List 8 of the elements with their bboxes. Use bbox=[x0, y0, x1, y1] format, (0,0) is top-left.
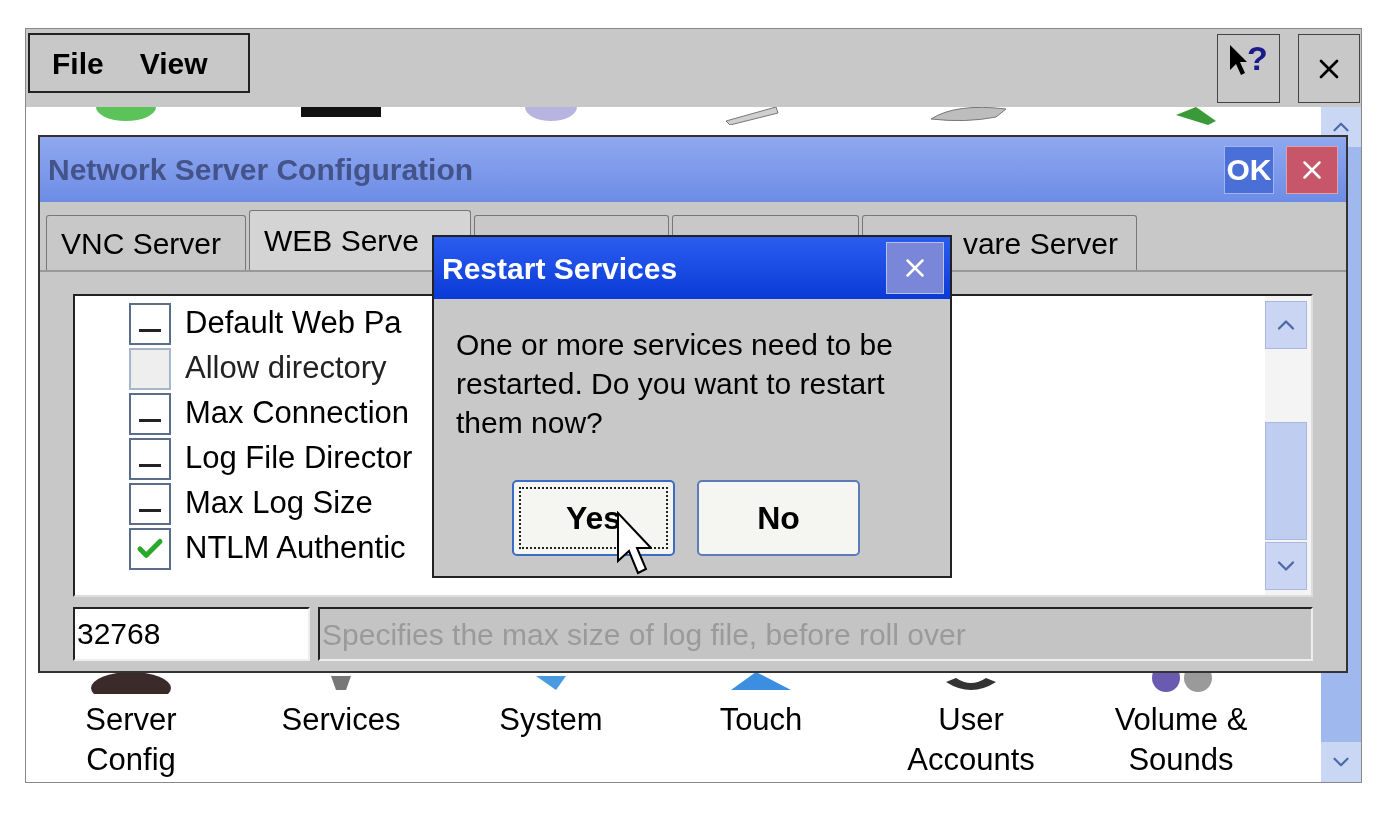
option-label: Log File Director bbox=[185, 439, 413, 478]
dialog-title: Network Server Configuration bbox=[48, 152, 474, 188]
option-label: NTLM Authentic bbox=[185, 529, 406, 568]
option-label: Max Connection bbox=[185, 394, 409, 433]
option-label: Max Log Size bbox=[185, 484, 373, 523]
option-label: Default Web Pa bbox=[185, 304, 402, 343]
option-label: Allow directory bbox=[185, 349, 387, 388]
dialog-message: One or more services need to be restarted. Do you want to restart them now? bbox=[456, 327, 894, 441]
